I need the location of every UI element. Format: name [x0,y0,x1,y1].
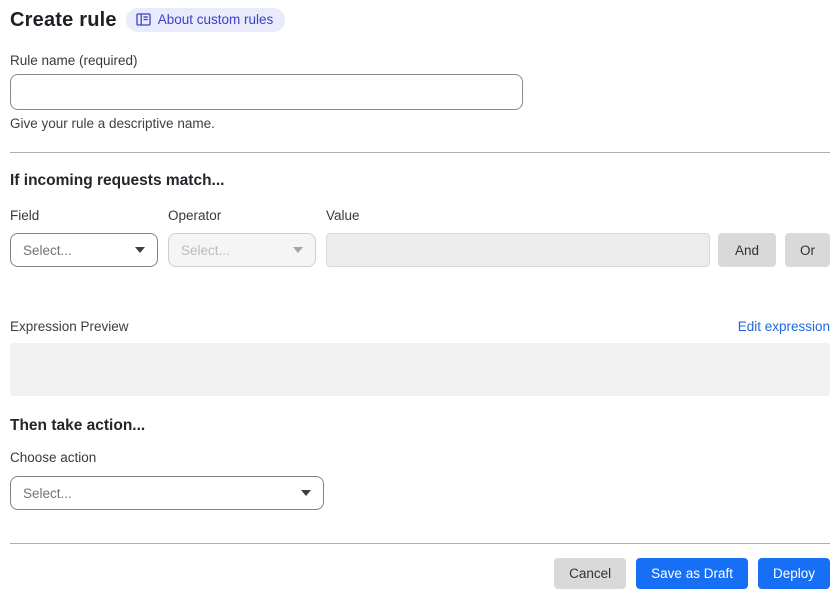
rule-name-helper-text: Give your rule a descriptive name. [10,116,215,131]
value-input[interactable] [326,233,710,267]
operator-select[interactable]: Select... [168,233,316,267]
cancel-button[interactable]: Cancel [554,558,627,589]
field-column: Field Select... [10,208,158,267]
caret-down-icon [301,490,311,496]
page-header: Create rule About custom rules [10,8,830,32]
create-rule-page: Create rule About custom rules Rule name… [0,0,839,597]
expression-preview-label: Expression Preview [10,319,129,334]
about-custom-rules-label: About custom rules [157,12,274,27]
choose-action-placeholder: Select... [23,485,72,501]
field-label: Field [10,208,40,223]
operator-select-placeholder: Select... [181,242,230,258]
edit-expression-link[interactable]: Edit expression [738,319,830,334]
section-divider-top [10,152,830,153]
rule-name-input[interactable] [10,74,523,110]
match-section: If incoming requests match... Field Sele… [10,172,830,267]
footer-actions: Cancel Save as Draft Deploy [10,558,830,589]
about-custom-rules-link[interactable]: About custom rules [125,8,286,32]
choose-action-label: Choose action [10,450,97,465]
caret-down-icon [135,247,145,253]
action-section: Then take action... Choose action Select… [10,417,830,510]
field-select[interactable]: Select... [10,233,158,267]
and-button[interactable]: And [718,233,776,267]
caret-down-icon [293,247,303,253]
or-button[interactable]: Or [785,233,830,267]
rule-name-section: Rule name (required) Give your rule a de… [10,53,830,131]
expression-preview-header: Expression Preview Edit expression [10,319,830,334]
page-title: Create rule [10,8,117,31]
operator-label: Operator [168,208,222,223]
value-column: Value [326,208,710,267]
deploy-button[interactable]: Deploy [757,558,830,589]
rule-name-label: Rule name (required) [10,53,138,68]
book-icon [136,13,151,26]
action-section-heading: Then take action... [10,417,146,434]
section-divider-bottom [10,543,830,544]
expression-builder-row: Field Select... Operator Select... Value… [10,208,830,267]
match-section-heading: If incoming requests match... [10,172,225,189]
operator-column: Operator Select... [168,208,316,267]
choose-action-select[interactable]: Select... [10,476,324,510]
value-label: Value [326,208,360,223]
expression-preview-panel [10,343,830,396]
field-select-placeholder: Select... [23,242,72,258]
save-as-draft-button[interactable]: Save as Draft [636,558,748,589]
